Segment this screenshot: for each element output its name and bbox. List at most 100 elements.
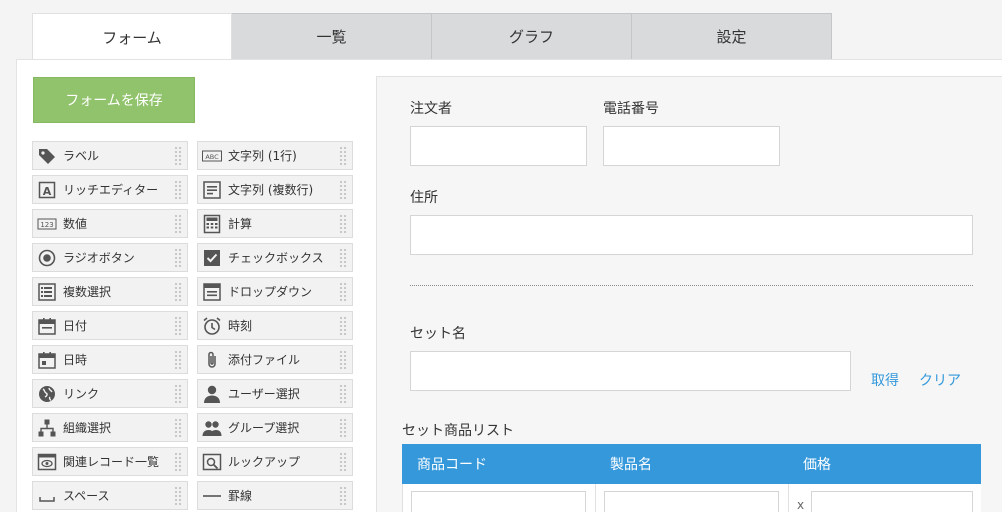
- palette-item-space[interactable]: スペース: [32, 481, 188, 510]
- dropdown-icon: [202, 282, 222, 302]
- palette-item-label: ドロップダウン: [228, 285, 313, 299]
- palette-item-label: グループ選択: [228, 421, 300, 435]
- number-icon: 123: [37, 214, 57, 234]
- date-icon: [37, 316, 57, 336]
- palette-item-globe[interactable]: リンク: [32, 379, 188, 408]
- drag-handle-icon[interactable]: [174, 180, 183, 200]
- palette-item-label: リンク: [63, 387, 100, 401]
- drag-handle-icon[interactable]: [339, 316, 348, 336]
- tag-icon: [37, 146, 57, 166]
- radio-icon: [37, 248, 57, 268]
- drag-handle-icon[interactable]: [339, 146, 348, 166]
- palette-item-label: ラジオボタン: [63, 251, 135, 265]
- related-records-icon: [37, 452, 57, 472]
- palette-item-label: 関連レコード一覧: [63, 455, 160, 469]
- address-label: 住所: [410, 190, 438, 206]
- tab-graph[interactable]: グラフ: [432, 13, 632, 59]
- palette-item-label: ユーザー選択: [228, 387, 300, 401]
- palette-item-label: 添付ファイル: [228, 353, 301, 367]
- orderer-input[interactable]: [410, 126, 587, 166]
- drag-handle-icon[interactable]: [174, 418, 183, 438]
- palette-item-datetime[interactable]: 日時: [32, 345, 188, 374]
- drag-handle-icon[interactable]: [174, 146, 183, 166]
- palette-item-label: 複数選択: [63, 285, 112, 299]
- drag-handle-icon[interactable]: [339, 452, 348, 472]
- address-input[interactable]: [410, 215, 973, 255]
- palette-item-date[interactable]: 日付: [32, 311, 188, 340]
- palette-item-calculator[interactable]: 計算: [197, 209, 353, 238]
- line-icon: [202, 486, 222, 506]
- price-input[interactable]: [811, 491, 973, 512]
- tab-list[interactable]: 一覧: [232, 13, 432, 59]
- palette-item-paperclip[interactable]: 添付ファイル: [197, 345, 353, 374]
- table-cell: [403, 484, 596, 512]
- drag-handle-icon[interactable]: [339, 248, 348, 268]
- tab-settings[interactable]: 設定: [632, 13, 832, 59]
- palette-item-radio[interactable]: ラジオボタン: [32, 243, 188, 272]
- table-header: 商品コード 製品名 価格: [402, 444, 981, 484]
- palette-item-label: 日時: [63, 353, 88, 367]
- palette-item-clock[interactable]: 時刻: [197, 311, 353, 340]
- drag-handle-icon[interactable]: [339, 180, 348, 200]
- svg-text:123: 123: [40, 221, 53, 229]
- palette-item-label: 日付: [63, 319, 88, 333]
- drag-handle-icon[interactable]: [174, 316, 183, 336]
- tab-form[interactable]: フォーム: [32, 13, 232, 61]
- orderer-label: 注文者: [410, 101, 452, 117]
- product-name-input[interactable]: [604, 491, 779, 512]
- palette-item-label: ルックアップ: [228, 455, 301, 469]
- drag-handle-icon[interactable]: [174, 248, 183, 268]
- svg-text:ABC: ABC: [205, 153, 219, 161]
- drag-handle-icon[interactable]: [174, 384, 183, 404]
- palette-item-label: 時刻: [228, 319, 253, 333]
- table-row: x: [402, 484, 981, 512]
- palette-item-user[interactable]: ユーザー選択: [197, 379, 353, 408]
- palette-item-text-multiline[interactable]: 文字列 (複数行): [197, 175, 353, 204]
- palette-item-label: 組織選択: [63, 421, 112, 435]
- palette-item-label: 罫線: [228, 489, 253, 503]
- group-icon: [202, 418, 222, 438]
- drag-handle-icon[interactable]: [174, 486, 183, 506]
- set-name-input[interactable]: [410, 351, 851, 391]
- palette-item-org[interactable]: 組織選択: [32, 413, 188, 442]
- palette-item-rich-editor[interactable]: A リッチエディター: [32, 175, 188, 204]
- palette-item-label: ラベル: [63, 149, 100, 163]
- multi-select-icon: [37, 282, 57, 302]
- palette-item-checkbox[interactable]: チェックボックス: [197, 243, 353, 272]
- palette-item-dropdown[interactable]: ドロップダウン: [197, 277, 353, 306]
- text-line-icon: ABC: [202, 146, 222, 166]
- drag-handle-icon[interactable]: [174, 452, 183, 472]
- palette-item-group[interactable]: グループ選択: [197, 413, 353, 442]
- price-prefix: x: [797, 498, 805, 512]
- palette-item-text-line[interactable]: ABC 文字列 (1行): [197, 141, 353, 170]
- palette-item-label: 数値: [63, 217, 88, 231]
- product-code-input[interactable]: [411, 491, 586, 512]
- paperclip-icon: [202, 350, 222, 370]
- globe-icon: [37, 384, 57, 404]
- palette-item-line[interactable]: 罫線: [197, 481, 353, 510]
- drag-handle-icon[interactable]: [174, 282, 183, 302]
- palette-item-label: 文字列 (1行): [228, 149, 297, 163]
- drag-handle-icon[interactable]: [339, 418, 348, 438]
- rich-editor-icon: A: [37, 180, 57, 200]
- drag-handle-icon[interactable]: [339, 350, 348, 370]
- drag-handle-icon[interactable]: [339, 486, 348, 506]
- drag-handle-icon[interactable]: [339, 214, 348, 234]
- set-name-label: セット名: [410, 326, 466, 342]
- palette-item-label: 文字列 (複数行): [228, 183, 314, 197]
- phone-label: 電話番号: [603, 101, 659, 117]
- palette-item-number[interactable]: 123 数値: [32, 209, 188, 238]
- clear-link[interactable]: クリア: [919, 370, 961, 390]
- palette-item-lookup[interactable]: ルックアップ: [197, 447, 353, 476]
- palette-item-tag[interactable]: ラベル: [32, 141, 188, 170]
- drag-handle-icon[interactable]: [339, 282, 348, 302]
- fetch-link[interactable]: 取得: [871, 370, 899, 390]
- drag-handle-icon[interactable]: [174, 214, 183, 234]
- drag-handle-icon[interactable]: [174, 350, 183, 370]
- save-form-button[interactable]: フォームを保存: [33, 77, 195, 123]
- palette-item-label: チェックボックス: [228, 251, 324, 265]
- palette-item-multi-select[interactable]: 複数選択: [32, 277, 188, 306]
- phone-input[interactable]: [603, 126, 780, 166]
- palette-item-related-records[interactable]: 関連レコード一覧: [32, 447, 188, 476]
- drag-handle-icon[interactable]: [339, 384, 348, 404]
